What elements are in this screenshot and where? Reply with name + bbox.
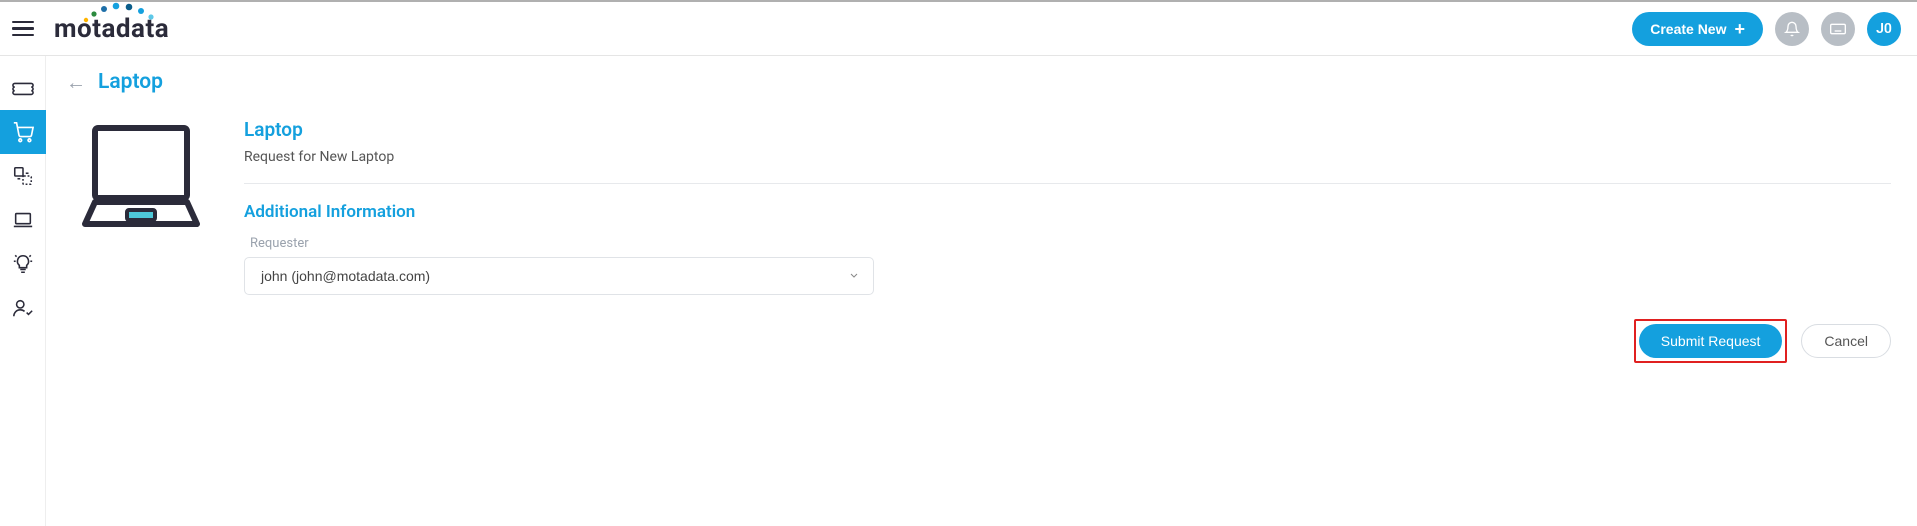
- sidebar-item-approvals[interactable]: [0, 286, 46, 330]
- sidebar-item-tickets[interactable]: [0, 66, 46, 110]
- menu-toggle-button[interactable]: [12, 18, 34, 40]
- divider: [244, 183, 1891, 184]
- page-header: ← Laptop: [66, 70, 1891, 94]
- user-check-icon: [12, 297, 34, 319]
- avatar[interactable]: J0: [1867, 12, 1901, 46]
- sidebar-item-change[interactable]: [0, 154, 46, 198]
- brand-text: motadata: [54, 14, 169, 44]
- ticket-icon: [12, 77, 34, 99]
- requester-label: Requester: [250, 236, 1891, 251]
- create-new-button[interactable]: Create New +: [1632, 12, 1763, 46]
- sidebar: [0, 56, 46, 526]
- submit-request-button[interactable]: Submit Request: [1639, 324, 1783, 358]
- swap-icon: [12, 165, 34, 187]
- bell-icon: [1784, 21, 1800, 37]
- sidebar-item-knowledge[interactable]: [0, 242, 46, 286]
- lightbulb-icon: [12, 253, 34, 275]
- item-title: Laptop: [244, 118, 1891, 141]
- submit-highlight-box: Submit Request: [1634, 319, 1788, 363]
- back-arrow-icon[interactable]: ←: [66, 72, 86, 92]
- page-title: Laptop: [98, 70, 163, 94]
- sidebar-item-service-catalog[interactable]: [0, 110, 46, 154]
- section-title: Additional Information: [244, 202, 1891, 222]
- keyboard-shortcuts-button[interactable]: [1821, 12, 1855, 46]
- item-description: Request for New Laptop: [244, 149, 1891, 165]
- notifications-button[interactable]: [1775, 12, 1809, 46]
- requester-select[interactable]: john (john@motadata.com): [244, 257, 874, 295]
- create-new-label: Create New: [1650, 21, 1726, 37]
- item-icon-container: [66, 118, 216, 234]
- brand-logo[interactable]: motadata: [54, 14, 169, 44]
- keyboard-icon: [1830, 23, 1846, 35]
- cancel-button[interactable]: Cancel: [1801, 324, 1891, 358]
- topbar: motadata Create New + J0: [0, 0, 1917, 56]
- laptop-large-icon: [81, 124, 201, 234]
- laptop-icon: [12, 209, 34, 231]
- sidebar-item-assets[interactable]: [0, 198, 46, 242]
- plus-icon: +: [1734, 20, 1745, 38]
- avatar-initials: J0: [1876, 21, 1892, 37]
- content-area: ← Laptop Laptop Request for New Laptop A…: [46, 56, 1917, 526]
- action-row: Submit Request Cancel: [244, 319, 1891, 363]
- detail-body: Laptop Request for New Laptop Additional…: [244, 118, 1891, 363]
- cart-icon: [12, 121, 34, 143]
- requester-select-wrap: john (john@motadata.com): [244, 257, 874, 295]
